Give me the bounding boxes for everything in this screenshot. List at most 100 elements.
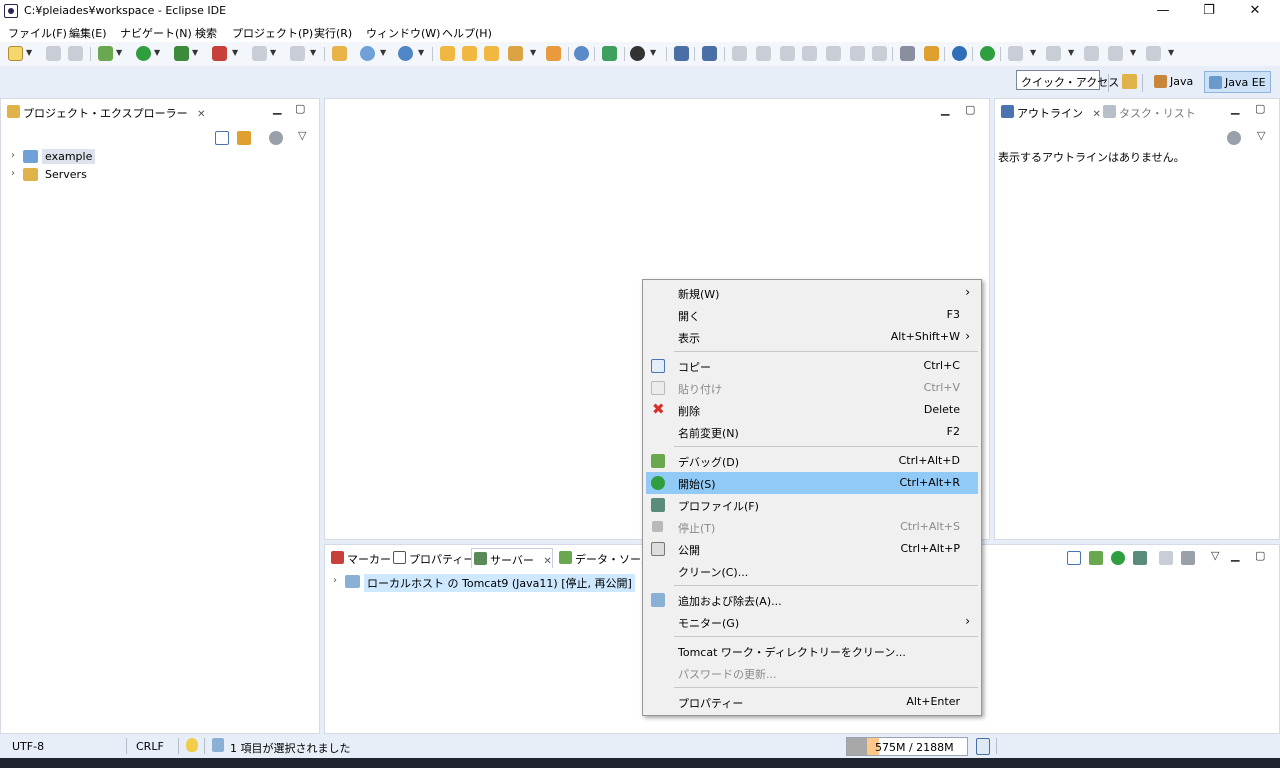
filter-icon[interactable] <box>1227 131 1241 145</box>
back-icon[interactable] <box>1108 46 1123 61</box>
restore-button[interactable]: ❐ <box>1186 0 1232 22</box>
encoding-status[interactable]: UTF-8 <box>12 740 44 753</box>
save-all-icon[interactable] <box>68 46 83 61</box>
tab-servers[interactable]: サーバー ✕ <box>471 548 553 568</box>
search-folder-icon[interactable] <box>546 46 561 61</box>
tab-properties[interactable]: プロパティー <box>391 548 474 568</box>
menu-run[interactable]: 実行(R) <box>314 25 352 41</box>
menu-file[interactable]: ファイル(F) <box>8 25 67 41</box>
chevron-down-icon[interactable]: ▼ <box>650 48 656 57</box>
open-type-icon[interactable] <box>332 46 347 61</box>
tab-outline[interactable]: アウトライン ✕ <box>999 102 1101 122</box>
external-tools-icon[interactable] <box>212 46 227 61</box>
tab-task-list[interactable]: タスク・リスト <box>1101 102 1196 122</box>
forward-icon[interactable] <box>1146 46 1161 61</box>
menu-navigate[interactable]: ナビゲート(N) <box>120 25 192 41</box>
minimize-view-icon[interactable]: ▁ <box>1231 102 1239 115</box>
perspective-java-ee[interactable]: Java EE <box>1204 71 1271 93</box>
publish-icon[interactable] <box>1181 551 1195 565</box>
perspective-java[interactable]: Java <box>1150 71 1197 93</box>
menu-item-debug[interactable]: デバッグ(D) Ctrl+Alt+D <box>646 450 978 472</box>
menu-item-open[interactable]: 開く F3 <box>646 304 978 326</box>
chevron-right-icon[interactable]: › <box>11 168 15 179</box>
heap-status[interactable]: 575M / 2188M <box>846 737 968 756</box>
close-icon[interactable]: ✕ <box>1093 109 1101 120</box>
menu-window[interactable]: ウィンドウ(W) <box>366 25 440 41</box>
skip-breakpoints-icon[interactable] <box>702 46 717 61</box>
maximize-view-icon[interactable]: ▢ <box>1255 549 1265 562</box>
chevron-right-icon[interactable]: › <box>333 575 337 586</box>
last-edit-icon[interactable] <box>1084 46 1099 61</box>
save-icon[interactable] <box>46 46 61 61</box>
chevron-right-icon[interactable]: › <box>11 150 15 161</box>
menu-item-monitor[interactable]: モニター(G) › <box>646 611 978 633</box>
tab-project-explorer[interactable]: プロジェクト・エクスプローラー ✕ <box>5 102 206 122</box>
maximize-view-icon[interactable]: ▢ <box>295 102 305 115</box>
menu-project[interactable]: プロジェクト(P) <box>232 25 313 41</box>
minimize-view-icon[interactable]: ▁ <box>273 102 281 115</box>
chevron-down-icon[interactable]: ▼ <box>192 48 198 57</box>
maximize-view-icon[interactable]: ▢ <box>965 103 975 116</box>
trash-gc-icon[interactable] <box>976 738 990 755</box>
console-icon[interactable] <box>674 46 689 61</box>
task-icon[interactable] <box>508 46 523 61</box>
menu-item-rename[interactable]: 名前変更(N) F2 <box>646 421 978 443</box>
minimize-button[interactable]: — <box>1140 0 1186 22</box>
new-server-icon[interactable] <box>360 46 375 61</box>
next-annotation-icon[interactable] <box>1008 46 1023 61</box>
maximize-view-icon[interactable]: ▢ <box>1255 102 1265 115</box>
chevron-down-icon[interactable]: ▼ <box>1068 48 1074 57</box>
tree-item-servers[interactable]: › Servers <box>11 166 311 184</box>
menu-item-clean-tomcat-work[interactable]: Tomcat ワーク・ディレクトリーをクリーン... <box>646 640 978 662</box>
chevron-down-icon[interactable]: ▼ <box>380 48 386 57</box>
menu-item-clean[interactable]: クリーン(C)... <box>646 560 978 582</box>
user-icon[interactable] <box>630 46 645 61</box>
chevron-down-icon[interactable]: ▼ <box>1030 48 1036 57</box>
profile-server-icon[interactable] <box>1133 551 1147 565</box>
menu-item-new[interactable]: 新規(W) › <box>646 282 978 304</box>
close-icon[interactable]: ✕ <box>197 109 205 120</box>
open-perspective-icon[interactable] <box>1122 74 1137 89</box>
collapse-all-icon[interactable] <box>1067 551 1081 565</box>
menu-item-publish[interactable]: 公開 Ctrl+Alt+P <box>646 538 978 560</box>
menu-help[interactable]: ヘルプ(H) <box>442 25 492 41</box>
power-icon[interactable] <box>980 46 995 61</box>
chevron-down-icon[interactable]: ▼ <box>116 48 122 57</box>
run-icon[interactable] <box>136 46 151 61</box>
menu-item-show[interactable]: 表示 Alt+Shift+W › <box>646 326 978 348</box>
menu-item-profile[interactable]: プロファイル(F) <box>646 494 978 516</box>
view-menu-icon[interactable]: ▽ <box>1211 549 1219 562</box>
new-web-icon[interactable] <box>398 46 413 61</box>
menu-edit[interactable]: 編集(E) <box>69 25 107 41</box>
chevron-down-icon[interactable]: ▼ <box>26 48 32 57</box>
link-with-editor-icon[interactable] <box>237 131 251 145</box>
view-menu-icon[interactable]: ▽ <box>1257 129 1265 142</box>
close-icon[interactable]: ✕ <box>543 556 551 567</box>
menu-search[interactable]: 検索 <box>195 25 217 41</box>
previous-annotation-icon[interactable] <box>1046 46 1061 61</box>
menu-item-add-remove[interactable]: 追加および除去(A)... <box>646 589 978 611</box>
chevron-down-icon[interactable]: ▼ <box>530 48 536 57</box>
toggle-mark-icon[interactable] <box>900 46 915 61</box>
start-debug-icon[interactable] <box>1089 551 1103 565</box>
menu-item-delete[interactable]: ✖ 削除 Delete <box>646 399 978 421</box>
view-menu-icon[interactable]: ▽ <box>298 129 306 142</box>
globe-icon[interactable] <box>574 46 589 61</box>
open-project-icon[interactable] <box>462 46 477 61</box>
tab-markers[interactable]: マーカー <box>329 548 391 568</box>
annotation-icon[interactable] <box>924 46 939 61</box>
chevron-down-icon[interactable]: ▼ <box>1130 48 1136 57</box>
menu-item-copy[interactable]: コピー Ctrl+C <box>646 355 978 377</box>
chevron-down-icon[interactable]: ▼ <box>232 48 238 57</box>
open-folder-icon[interactable] <box>440 46 455 61</box>
chevron-down-icon[interactable]: ▼ <box>154 48 160 57</box>
refresh-icon[interactable] <box>602 46 617 61</box>
minimize-view-icon[interactable]: ▁ <box>941 103 949 116</box>
chevron-down-icon[interactable]: ▼ <box>418 48 424 57</box>
lightbulb-icon[interactable] <box>186 738 198 752</box>
filter-icon[interactable] <box>269 131 283 145</box>
open-resource-icon[interactable] <box>484 46 499 61</box>
chevron-down-icon[interactable]: ▼ <box>1168 48 1174 57</box>
settings-gear-icon[interactable] <box>952 46 967 61</box>
quick-access-field[interactable]: クイック・アクセス <box>1016 70 1119 90</box>
